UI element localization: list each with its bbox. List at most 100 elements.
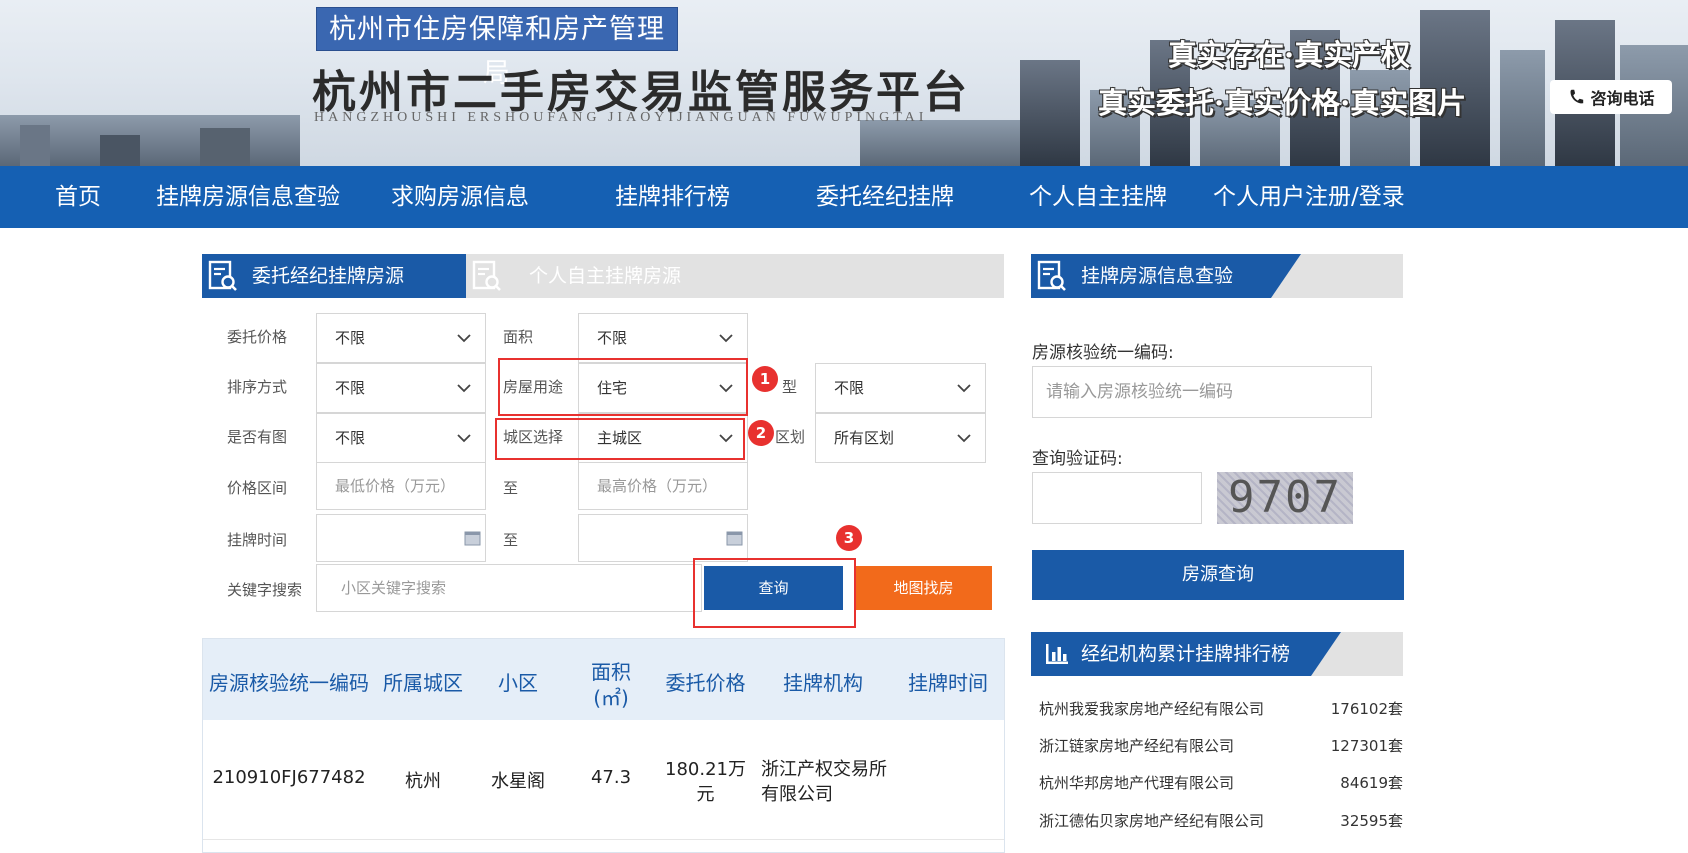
col-header-community: 小区 xyxy=(498,671,538,695)
consult-phone-label: 咨询电话 xyxy=(1590,89,1655,108)
type-select-value: 不限 xyxy=(834,379,865,397)
ranking-tab-label[interactable]: 经纪机构累计挂牌排行榜 xyxy=(1031,632,1290,676)
calendar-icon xyxy=(726,531,743,546)
col-header-code: 房源核验统一编码 xyxy=(209,671,369,695)
table-row[interactable]: 210910FJ677482 杭州 水星阁 47.3 180.21万 元 浙江产… xyxy=(203,720,1004,840)
bureau-name: 杭州市住房保障和房产管理局 xyxy=(316,7,678,89)
document-search-icon xyxy=(208,260,237,291)
district-select[interactable]: 所有区划 xyxy=(815,413,986,463)
code-label: 房源核验统一编码: xyxy=(1032,343,1174,363)
price-select-value: 不限 xyxy=(335,329,366,347)
nav-item-agent-listing[interactable]: 委托经纪挂牌 xyxy=(816,166,954,228)
list-time-start-input[interactable] xyxy=(316,514,486,562)
type-select[interactable]: 不限 xyxy=(815,363,986,413)
list-time-end-input[interactable] xyxy=(578,514,748,562)
consult-phone-button[interactable]: 咨询电话 xyxy=(1550,80,1672,114)
map-search-button[interactable]: 地图找房 xyxy=(855,566,992,610)
ranking-item-count: 176102套 xyxy=(1330,700,1403,718)
main-nav: 首页 挂牌房源信息查验 求购房源信息 挂牌排行榜 委托经纪挂牌 个人自主挂牌 个… xyxy=(0,166,1688,228)
phone-icon xyxy=(1570,89,1584,104)
ranking-item-count: 32595套 xyxy=(1340,812,1403,830)
cell-district: 杭州 xyxy=(405,771,441,792)
price-label: 委托价格 xyxy=(227,328,288,346)
price-select[interactable]: 不限 xyxy=(316,313,486,363)
district-label: 区划 xyxy=(775,428,806,446)
col-header-area-l1: 面积 xyxy=(591,660,631,684)
has-pic-select[interactable]: 不限 xyxy=(316,413,486,463)
captcha-label: 查询验证码: xyxy=(1032,449,1123,469)
cell-price-l2: 元 xyxy=(696,784,715,805)
tab-self-listings[interactable]: 个人自主挂牌房源 xyxy=(466,254,766,298)
header-banner: 杭州市住房保障和房产管理局 杭州市二手房交易监管服务平台 HANGZHOUSHI… xyxy=(0,0,1688,166)
step-badge-1: 1 xyxy=(752,366,778,392)
to-label-2: 至 xyxy=(503,531,519,549)
tab-agent-listings[interactable]: 委托经纪挂牌房源 xyxy=(202,254,466,298)
ranking-item-count: 84619套 xyxy=(1340,774,1403,792)
ranking-item-name[interactable]: 杭州华邦房地产代理有限公司 xyxy=(1039,772,1234,793)
min-price-input[interactable]: 最低价格（万元） xyxy=(316,462,486,510)
nav-item-ranking[interactable]: 挂牌排行榜 xyxy=(615,166,730,228)
chevron-down-icon xyxy=(719,334,733,343)
listing-tabs: 委托经纪挂牌房源 个人自主挂牌房源 xyxy=(202,254,1004,298)
type-label: 型 xyxy=(782,378,798,396)
highlight-box-city-area xyxy=(495,418,745,460)
nav-item-buy-requests[interactable]: 求购房源信息 xyxy=(391,166,529,228)
area-select[interactable]: 不限 xyxy=(578,313,748,363)
highlight-box-usage xyxy=(498,358,748,416)
nav-item-listing-check[interactable]: 挂牌房源信息查验 xyxy=(156,166,340,228)
code-input[interactable]: 请输入房源核验统一编码 xyxy=(1032,366,1372,418)
col-header-price: 委托价格 xyxy=(665,671,746,695)
chevron-down-icon xyxy=(457,334,471,343)
calendar-icon xyxy=(464,531,481,546)
sort-select[interactable]: 不限 xyxy=(316,363,486,413)
step-badge-2: 2 xyxy=(748,420,774,446)
list-time-label: 挂牌时间 xyxy=(227,531,288,549)
nav-item-register-login[interactable]: 个人用户注册/登录 xyxy=(1213,166,1405,228)
listing-table: 房源核验统一编码 所属城区 小区 面积 (㎡) 委托价格 挂牌机构 挂牌时间 2… xyxy=(202,638,1005,853)
query-panel-tab: 挂牌房源信息查验 xyxy=(1031,254,1403,298)
cell-price-l1: 180.21万 xyxy=(665,759,746,780)
keyword-input[interactable]: 小区关键字搜索 xyxy=(316,564,702,612)
ranking-item-name[interactable]: 浙江德佑贝家房地产经纪有限公司 xyxy=(1039,810,1264,831)
chevron-down-icon xyxy=(457,434,471,443)
chevron-down-icon xyxy=(457,384,471,393)
tab-agent-listings-label: 委托经纪挂牌房源 xyxy=(252,265,405,287)
nav-item-self-listing[interactable]: 个人自主挂牌 xyxy=(1029,166,1167,228)
col-header-district: 所属城区 xyxy=(383,671,463,695)
highlight-box-search xyxy=(693,558,856,628)
ranking-item-name[interactable]: 杭州我爱我家房地产经纪有限公司 xyxy=(1039,698,1264,719)
area-label: 面积 xyxy=(503,328,534,346)
slogan-line1: 真实存在·真实产权 xyxy=(1168,38,1411,72)
captcha-input[interactable] xyxy=(1032,472,1202,524)
ranking-item-count: 127301套 xyxy=(1330,737,1403,755)
ranking-item-name[interactable]: 浙江链家房地产经纪有限公司 xyxy=(1039,735,1234,756)
has-pic-label: 是否有图 xyxy=(227,428,288,446)
col-header-area-l2: (㎡) xyxy=(593,686,629,710)
cell-agency-l1: 浙江产权交易所 xyxy=(761,759,887,780)
col-header-time: 挂牌时间 xyxy=(908,671,988,695)
nav-item-home[interactable]: 首页 xyxy=(55,166,101,228)
col-header-agency: 挂牌机构 xyxy=(783,671,863,695)
tab-self-listings-label: 个人自主挂牌房源 xyxy=(529,265,682,287)
chevron-down-icon xyxy=(957,384,971,393)
query-tab-label[interactable]: 挂牌房源信息查验 xyxy=(1031,254,1233,298)
to-label: 至 xyxy=(503,479,519,497)
ranking-panel-tab: 经纪机构累计挂牌排行榜 xyxy=(1031,632,1403,676)
step-badge-3: 3 xyxy=(836,525,862,551)
listing-query-button[interactable]: 房源查询 xyxy=(1032,550,1404,600)
cell-community: 水星阁 xyxy=(491,771,545,792)
platform-pinyin: HANGZHOUSHI ERSHOUFANG JIAOYIJIANGUAN FU… xyxy=(314,110,928,125)
keyword-label: 关键字搜索 xyxy=(227,581,303,599)
cell-area: 47.3 xyxy=(590,767,632,788)
slogan-line2: 真实委托·真实价格·真实图片 xyxy=(1098,86,1467,120)
area-select-value: 不限 xyxy=(597,329,628,347)
district-select-value: 所有区划 xyxy=(834,429,895,447)
price-range-label: 价格区间 xyxy=(227,479,288,497)
cell-agency-l2: 有限公司 xyxy=(761,784,833,805)
table-header: 房源核验统一编码 所属城区 小区 面积 (㎡) 委托价格 挂牌机构 挂牌时间 xyxy=(203,639,1004,720)
cell-code: 210910FJ677482 xyxy=(212,767,366,788)
sort-label: 排序方式 xyxy=(227,378,288,396)
chevron-down-icon xyxy=(957,434,971,443)
max-price-input[interactable]: 最高价格（万元） xyxy=(578,462,748,510)
captcha-image[interactable]: 9707 xyxy=(1217,472,1353,524)
